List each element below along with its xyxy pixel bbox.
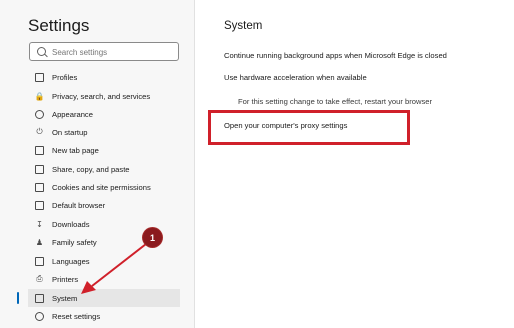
arrow-head (81, 281, 96, 294)
annotation-arrow (81, 243, 147, 294)
arrow-shaft (91, 243, 147, 287)
step-marker: 1 (143, 228, 162, 247)
